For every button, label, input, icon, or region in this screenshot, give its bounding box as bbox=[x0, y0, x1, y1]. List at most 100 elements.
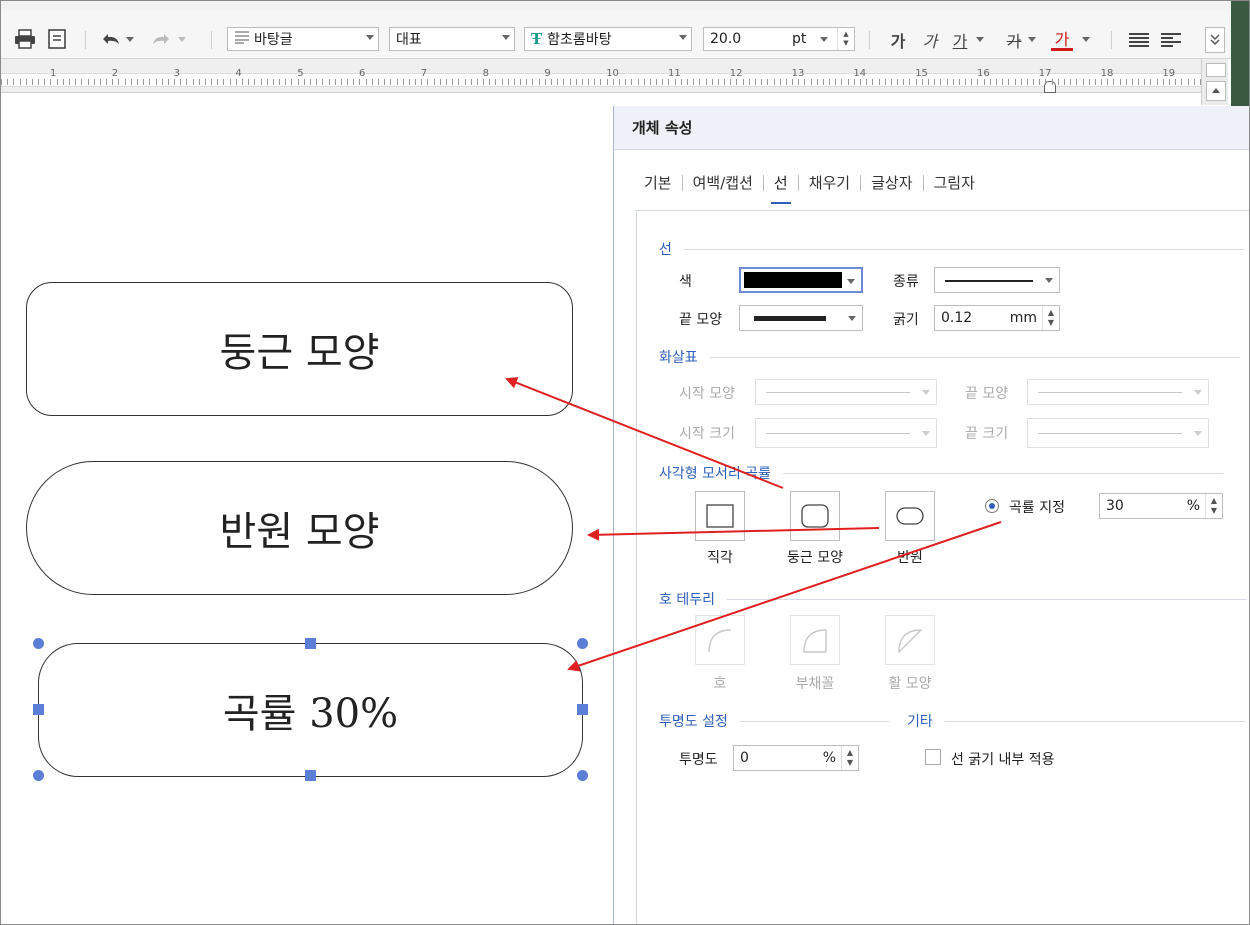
redo-icon[interactable] bbox=[149, 29, 173, 49]
ruler-tick bbox=[903, 79, 905, 85]
language-select[interactable]: 대표 bbox=[389, 27, 515, 51]
bold-button[interactable]: 가 bbox=[887, 29, 909, 51]
section-line-header: 선 bbox=[659, 239, 1244, 259]
sector-button[interactable] bbox=[790, 615, 840, 665]
ruler-tick bbox=[754, 79, 756, 85]
ruler-tick bbox=[822, 79, 824, 85]
ruler-number: 8 bbox=[482, 68, 489, 79]
resize-handle[interactable] bbox=[577, 770, 588, 781]
custom-curvature-field[interactable]: 30 % ▲ ▼ bbox=[1099, 493, 1223, 519]
ruler-tick bbox=[433, 79, 435, 85]
section-divider bbox=[726, 598, 1247, 600]
ruler-number: 14 bbox=[853, 68, 867, 79]
document-page[interactable]: 둥근 모양 반원 모양 곡률 30% bbox=[1, 93, 613, 924]
ruler-tick bbox=[1156, 79, 1158, 85]
transparency-field[interactable]: 0 % ▲ ▼ bbox=[733, 745, 859, 771]
font-select[interactable]: Ŧ 함초롬바탕 bbox=[524, 27, 692, 51]
font-size-field[interactable]: 20.0 pt ▲ ▼ bbox=[703, 27, 855, 51]
style-select[interactable]: 바탕글 bbox=[227, 27, 379, 51]
font-color-dropdown-icon[interactable] bbox=[1081, 35, 1091, 45]
toolbar-separator bbox=[85, 31, 86, 49]
tab-fill[interactable]: 채우기 bbox=[809, 164, 850, 201]
line-preview bbox=[766, 433, 910, 434]
app-window: 바탕글 대표 Ŧ 함초롬바탕 20.0 pt ▲ ▼ 가 가 가 가 가 1 2… bbox=[0, 0, 1250, 925]
undo-icon[interactable] bbox=[99, 29, 123, 49]
vertical-scrollbar[interactable] bbox=[1201, 59, 1228, 105]
underline-button[interactable]: 가 bbox=[949, 29, 971, 51]
strike-dropdown-icon[interactable] bbox=[1027, 35, 1037, 45]
toolbar-expand-icon[interactable] bbox=[1205, 27, 1225, 53]
chevron-down-icon[interactable] bbox=[820, 37, 828, 42]
section-divider bbox=[709, 356, 1240, 358]
ruler-tick bbox=[544, 79, 546, 85]
corner-semicircle-button[interactable] bbox=[885, 491, 935, 541]
ruler-tick bbox=[229, 79, 231, 85]
ruler-number: 16 bbox=[977, 68, 990, 79]
section-title: 투명도 설정 bbox=[659, 714, 728, 730]
arrow-end-size-select[interactable] bbox=[1027, 418, 1209, 448]
underline-dropdown-icon[interactable] bbox=[975, 35, 985, 45]
ruler-tick bbox=[192, 79, 194, 85]
strikethrough-button[interactable]: 가 bbox=[1003, 29, 1025, 51]
line-type-select[interactable] bbox=[934, 267, 1060, 293]
resize-handle[interactable] bbox=[577, 638, 588, 649]
resize-handle[interactable] bbox=[577, 704, 588, 715]
semicircle-rectangle-shape[interactable]: 반원 모양 bbox=[26, 461, 573, 595]
redo-dropdown-icon[interactable] bbox=[177, 35, 187, 45]
inner-width-checkbox[interactable] bbox=[925, 749, 941, 765]
preview-icon[interactable] bbox=[45, 27, 69, 51]
ruler-tick bbox=[476, 79, 478, 85]
line-width-spinner[interactable]: ▲ ▼ bbox=[1042, 306, 1059, 330]
rounded-rectangle-shape[interactable]: 둥근 모양 bbox=[26, 282, 573, 416]
line-color-select[interactable] bbox=[739, 267, 863, 293]
font-size-spinner[interactable]: ▲ ▼ bbox=[837, 28, 854, 50]
line-end-select[interactable] bbox=[739, 305, 863, 331]
ruler-tick bbox=[699, 79, 701, 85]
custom-curvature-radio[interactable] bbox=[985, 499, 999, 513]
line-width-field[interactable]: 0.12 mm ▲ ▼ bbox=[934, 305, 1060, 331]
resize-handle[interactable] bbox=[305, 770, 316, 781]
tab-basic[interactable]: 기본 bbox=[644, 164, 672, 201]
curvature-30-shape[interactable]: 곡률 30% bbox=[38, 643, 583, 777]
corner-rounded-button[interactable] bbox=[790, 491, 840, 541]
print-icon[interactable] bbox=[13, 27, 37, 51]
resize-handle[interactable] bbox=[305, 638, 316, 649]
arc-button[interactable] bbox=[695, 615, 745, 665]
ruler-tick bbox=[631, 79, 633, 85]
scroll-up-icon[interactable] bbox=[1206, 81, 1226, 101]
ruler-tick bbox=[513, 79, 515, 85]
transparency-spinner[interactable]: ▲ ▼ bbox=[841, 746, 858, 770]
section-divider bbox=[739, 720, 890, 722]
scroll-split-icon[interactable] bbox=[1206, 63, 1226, 77]
tab-textbox[interactable]: 글상자 bbox=[871, 164, 912, 201]
chevron-down-icon bbox=[922, 390, 930, 395]
arrow-start-size-select[interactable] bbox=[755, 418, 937, 448]
chord-button[interactable] bbox=[885, 615, 935, 665]
custom-curvature-spinner[interactable]: ▲ ▼ bbox=[1205, 494, 1222, 518]
section-title: 선 bbox=[659, 242, 672, 258]
tab-margin-caption[interactable]: 여백/캡션 bbox=[693, 164, 753, 201]
arrow-start-shape-select[interactable] bbox=[755, 379, 937, 405]
ruler-tick bbox=[19, 79, 21, 85]
undo-dropdown-icon[interactable] bbox=[125, 35, 135, 45]
left-align-icon[interactable] bbox=[1159, 29, 1183, 51]
ruler-tick bbox=[1162, 79, 1164, 85]
arrow-end-shape-select[interactable] bbox=[1027, 379, 1209, 405]
ruler-tick bbox=[501, 79, 503, 85]
tab-shadow[interactable]: 그림자 bbox=[934, 164, 975, 201]
tab-line[interactable]: 선 bbox=[770, 164, 791, 204]
ruler-number: 18 bbox=[1100, 68, 1114, 79]
ruler-tick bbox=[445, 79, 447, 85]
resize-handle[interactable] bbox=[33, 638, 44, 649]
corner-square-button[interactable] bbox=[695, 491, 745, 541]
italic-button[interactable]: 가 bbox=[919, 29, 941, 51]
font-color-button[interactable]: 가 bbox=[1051, 27, 1073, 51]
resize-handle[interactable] bbox=[33, 704, 44, 715]
ruler-tick bbox=[161, 79, 163, 85]
line-preview bbox=[1038, 392, 1182, 393]
ruler-tick bbox=[890, 79, 892, 85]
ruler-tick bbox=[242, 79, 244, 85]
justify-align-icon[interactable] bbox=[1127, 29, 1151, 51]
resize-handle[interactable] bbox=[33, 770, 44, 781]
ruler-tick bbox=[928, 79, 929, 85]
